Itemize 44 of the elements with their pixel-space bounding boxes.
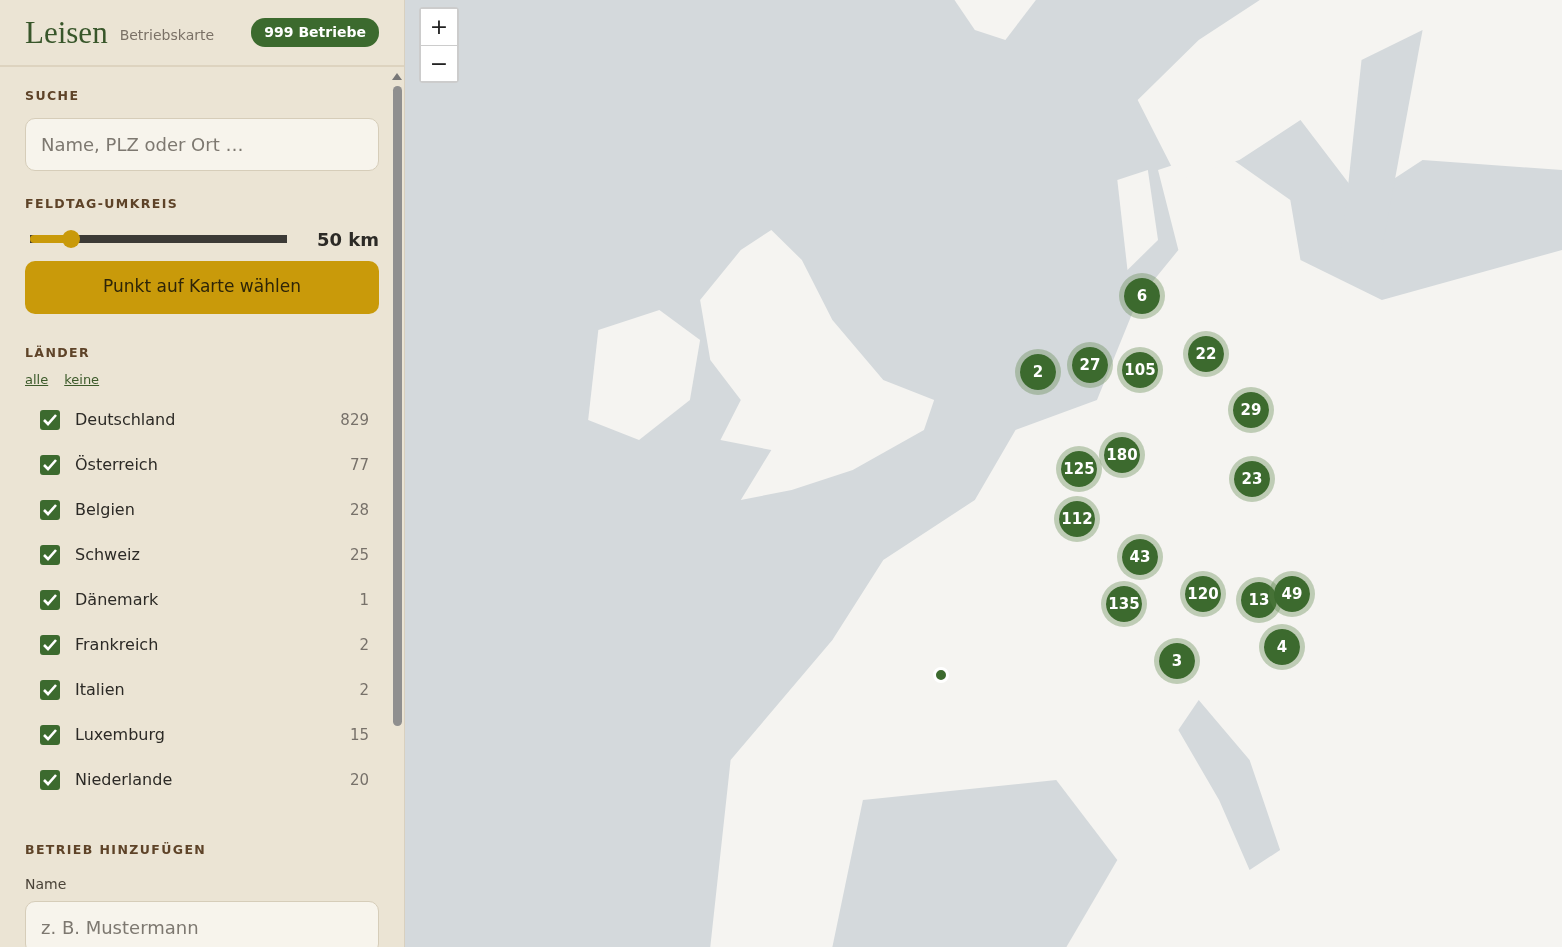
search-field[interactable]: Name, PLZ oder Ort … [25,117,379,171]
country-name: Dänemark [75,589,159,612]
section-heading: BETRIEB HINZUFÜGEN [25,840,208,859]
count-badge: 999 Betriebe [251,18,379,47]
country-count: 829 [340,410,369,431]
section-heading: LÄNDER [25,343,92,362]
checkbox[interactable] [40,410,60,431]
checkbox[interactable] [40,770,60,791]
country-name: Frankreich [75,634,159,657]
pick-point-button[interactable]: Punkt auf Karte wählen [25,260,379,314]
country-count: 28 [349,500,369,521]
country-count: 20 [349,770,369,791]
checkbox[interactable] [40,635,60,656]
app-subtitle: Betriebskarte [119,26,215,45]
country-name: Deutschland [75,409,176,432]
country-count: 1 [359,590,369,611]
zoom-button[interactable]: − [421,45,457,81]
country-name: Niederlande [75,769,173,792]
section-heading: SUCHE [25,87,81,105]
country-count: 25 [349,545,369,566]
select-link[interactable]: keine [64,370,100,390]
checkbox[interactable] [40,455,60,476]
checkbox[interactable] [40,680,60,701]
country-name: Italien [75,679,125,702]
field-label: Name [25,874,68,894]
country-name: Österreich [75,454,158,477]
checkbox[interactable] [40,500,60,521]
slider-thumb[interactable] [62,230,81,248]
country-name: Luxemburg [75,724,165,747]
country-name: Schweiz [75,544,140,567]
country-count: 2 [359,635,369,656]
checkbox[interactable] [40,545,60,566]
country-count: 2 [359,680,369,701]
name-field[interactable]: z. B. Mustermann [25,900,379,947]
section-heading: FELDTAG-UMKREIS [25,194,180,213]
select-link[interactable]: alle [25,370,49,390]
scrollbar-thumb[interactable] [392,86,402,726]
radius-value: 50 km [316,227,379,252]
checkbox[interactable] [40,590,60,611]
country-count: 77 [349,455,369,476]
country-name: Belgien [75,499,135,522]
checkbox[interactable] [40,725,60,746]
app-logo: Leisen [25,17,108,48]
country-count: 15 [349,725,369,746]
